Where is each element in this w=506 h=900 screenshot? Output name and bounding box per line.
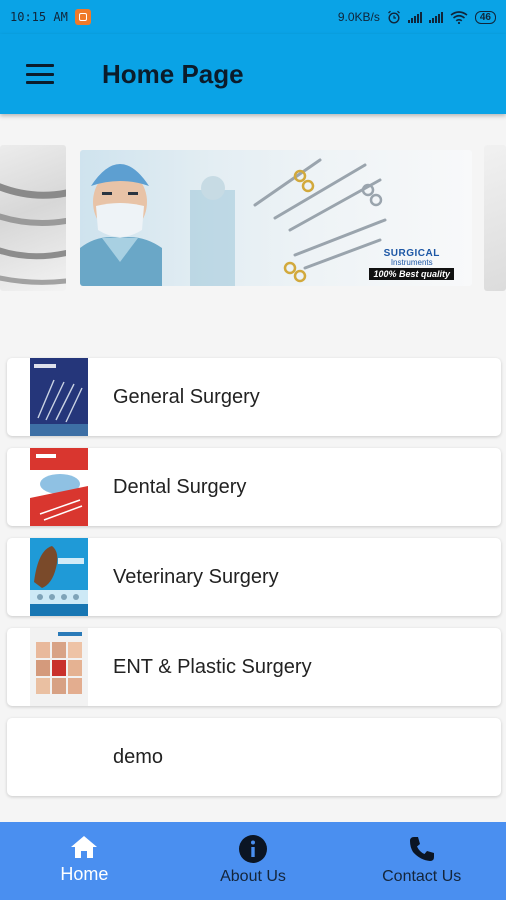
nav-home-label: Home bbox=[60, 864, 109, 884]
list-item-ent-plastic-surgery[interactable]: ENT & Plastic Surgery bbox=[7, 628, 501, 706]
carousel-slide-next[interactable] bbox=[484, 145, 506, 291]
bottom-navigation: Home About Us Contact Us bbox=[0, 822, 506, 900]
signal-icon-2 bbox=[428, 11, 443, 23]
wifi-icon bbox=[450, 10, 468, 24]
list-item-label: demo bbox=[113, 745, 164, 768]
network-speed: 9.0KB/s bbox=[337, 10, 380, 24]
list-item-general-surgery[interactable]: General Surgery bbox=[7, 358, 501, 436]
list-item-label: Veterinary Surgery bbox=[113, 565, 279, 588]
notification-icon bbox=[74, 9, 91, 25]
battery-indicator: 46 bbox=[474, 10, 496, 24]
alarm-icon bbox=[387, 10, 400, 24]
catalog-thumbnail-dental bbox=[30, 448, 88, 526]
catalog-thumbnail-general bbox=[30, 358, 88, 436]
list-item-label: Dental Surgery bbox=[113, 475, 247, 498]
list-item-veterinary-surgery[interactable]: Veterinary Surgery bbox=[7, 538, 501, 616]
page-title: Home Page bbox=[102, 58, 244, 89]
banner-caption: SURGICAL Instruments 100% Best quality bbox=[369, 248, 454, 280]
list-item-demo[interactable]: demo bbox=[7, 718, 501, 796]
category-list: General Surgery Dental Surgery Veterinar… bbox=[7, 358, 501, 808]
list-item-label: ENT & Plastic Surgery bbox=[113, 655, 312, 678]
nav-contact-us[interactable]: Contact Us bbox=[337, 822, 506, 900]
carousel-slide-surgical-instruments[interactable]: SURGICAL Instruments 100% Best quality bbox=[80, 150, 472, 286]
hamburger-menu-icon[interactable] bbox=[26, 64, 54, 84]
info-icon bbox=[239, 835, 267, 863]
list-item-dental-surgery[interactable]: Dental Surgery bbox=[7, 448, 501, 526]
signal-icon-1 bbox=[407, 11, 422, 23]
status-time: 10:15 AM bbox=[10, 10, 68, 24]
banner-subtitle: Instruments bbox=[390, 258, 433, 267]
status-indicators: 9.0KB/s 46 bbox=[338, 10, 496, 24]
status-bar: 10:15 AM 9.0KB/s 46 bbox=[0, 0, 506, 34]
phone-icon bbox=[409, 837, 434, 861]
catalog-thumbnail-veterinary bbox=[30, 538, 88, 616]
list-item-label: General Surgery bbox=[113, 385, 260, 408]
home-icon bbox=[71, 836, 98, 858]
nav-about-us-label: About Us bbox=[220, 868, 286, 885]
banner-tagline: 100% Best quality bbox=[369, 268, 454, 280]
catalog-thumbnail-ent bbox=[30, 628, 88, 706]
app-bar: Home Page bbox=[0, 34, 506, 114]
nav-about-us[interactable]: About Us bbox=[169, 822, 338, 900]
carousel-slide-prev[interactable] bbox=[0, 145, 66, 291]
banner-carousel[interactable]: SURGICAL Instruments 100% Best quality bbox=[0, 145, 506, 295]
nav-contact-us-label: Contact Us bbox=[382, 868, 462, 885]
nav-home[interactable]: Home bbox=[0, 822, 169, 900]
catalog-thumbnail-empty bbox=[30, 718, 88, 796]
